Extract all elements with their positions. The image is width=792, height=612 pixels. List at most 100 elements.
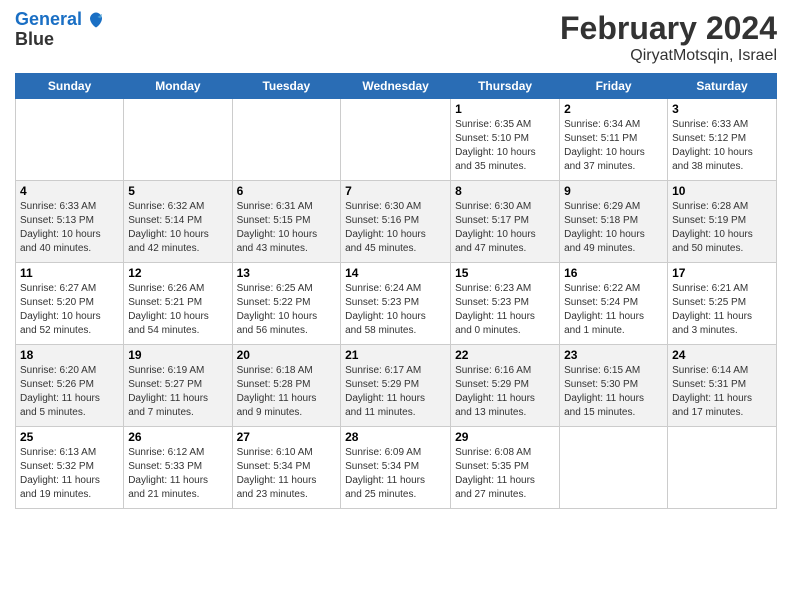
header-tuesday: Tuesday [232,74,341,99]
day-info: Sunrise: 6:32 AM Sunset: 5:14 PM Dayligh… [128,200,227,256]
day-number: 12 [128,266,227,280]
day-number: 13 [237,266,337,280]
title-block: February 2024 QiryatMotsqin, Israel [560,10,777,65]
calendar-cell [16,99,124,181]
page-header: General Blue February 2024 QiryatMotsqin… [15,10,777,65]
day-number: 21 [345,348,446,362]
day-number: 18 [20,348,119,362]
day-info: Sunrise: 6:27 AM Sunset: 5:20 PM Dayligh… [20,282,119,338]
day-info: Sunrise: 6:18 AM Sunset: 5:28 PM Dayligh… [237,364,337,420]
calendar-table: SundayMondayTuesdayWednesdayThursdayFrid… [15,73,777,509]
header-thursday: Thursday [451,74,560,99]
day-info: Sunrise: 6:22 AM Sunset: 5:24 PM Dayligh… [564,282,663,338]
day-info: Sunrise: 6:16 AM Sunset: 5:29 PM Dayligh… [455,364,555,420]
calendar-cell: 13Sunrise: 6:25 AM Sunset: 5:22 PM Dayli… [232,263,341,345]
calendar-cell: 17Sunrise: 6:21 AM Sunset: 5:25 PM Dayli… [668,263,777,345]
day-info: Sunrise: 6:30 AM Sunset: 5:17 PM Dayligh… [455,200,555,256]
day-number: 11 [20,266,119,280]
calendar-cell: 27 Sunrise: 6:10 AM Sunset: 5:34 PM Dayli… [232,427,341,509]
header-wednesday: Wednesday [341,74,451,99]
day-info: Sunrise: 6:33 AM Sunset: 5:13 PM Dayligh… [20,200,119,256]
calendar-cell: 7 Sunrise: 6:30 AM Sunset: 5:16 PM Daylig… [341,181,451,263]
calendar-cell: 21 Sunrise: 6:17 AM Sunset: 5:29 PM Dayli… [341,345,451,427]
day-info: Sunrise: 6:23 AM Sunset: 5:23 PM Dayligh… [455,282,555,338]
calendar-cell: 1Sunrise: 6:35 AM Sunset: 5:10 PM Daylig… [451,99,560,181]
calendar-cell: 22Sunrise: 6:16 AM Sunset: 5:29 PM Dayli… [451,345,560,427]
calendar-cell: 20 Sunrise: 6:18 AM Sunset: 5:28 PM Dayli… [232,345,341,427]
calendar-cell: 23 Sunrise: 6:15 AM Sunset: 5:30 PM Dayli… [560,345,668,427]
calendar-cell [232,99,341,181]
day-info: Sunrise: 6:17 AM Sunset: 5:29 PM Dayligh… [345,364,446,420]
day-info: Sunrise: 6:20 AM Sunset: 5:26 PM Dayligh… [20,364,119,420]
day-info: Sunrise: 6:19 AM Sunset: 5:27 PM Dayligh… [128,364,227,420]
week-row-0: 1Sunrise: 6:35 AM Sunset: 5:10 PM Daylig… [16,99,777,181]
day-number: 5 [128,184,227,198]
calendar-cell: 28 Sunrise: 6:09 AM Sunset: 5:34 PM Dayli… [341,427,451,509]
day-number: 16 [564,266,663,280]
header-monday: Monday [124,74,232,99]
day-info: Sunrise: 6:08 AM Sunset: 5:35 PM Dayligh… [455,446,555,502]
calendar-cell: 24Sunrise: 6:14 AM Sunset: 5:31 PM Dayli… [668,345,777,427]
day-number: 9 [564,184,663,198]
calendar-cell [124,99,232,181]
page-container: General Blue February 2024 QiryatMotsqin… [0,0,792,519]
calendar-cell: 9Sunrise: 6:29 AM Sunset: 5:18 PM Daylig… [560,181,668,263]
calendar-header-row: SundayMondayTuesdayWednesdayThursdayFrid… [16,74,777,99]
day-number: 6 [237,184,337,198]
day-info: Sunrise: 6:09 AM Sunset: 5:34 PM Dayligh… [345,446,446,502]
calendar-cell: 25Sunrise: 6:13 AM Sunset: 5:32 PM Dayli… [16,427,124,509]
day-info: Sunrise: 6:34 AM Sunset: 5:11 PM Dayligh… [564,118,663,174]
day-number: 23 [564,348,663,362]
header-sunday: Sunday [16,74,124,99]
header-saturday: Saturday [668,74,777,99]
day-info: Sunrise: 6:10 AM Sunset: 5:34 PM Dayligh… [237,446,337,502]
calendar-cell: 18 Sunrise: 6:20 AM Sunset: 5:26 PM Dayli… [16,345,124,427]
logo-icon [87,11,105,29]
day-number: 2 [564,102,663,116]
week-row-4: 25Sunrise: 6:13 AM Sunset: 5:32 PM Dayli… [16,427,777,509]
calendar-cell [341,99,451,181]
calendar-cell: 12 Sunrise: 6:26 AM Sunset: 5:21 PM Dayli… [124,263,232,345]
day-number: 4 [20,184,119,198]
day-info: Sunrise: 6:33 AM Sunset: 5:12 PM Dayligh… [672,118,772,174]
day-info: Sunrise: 6:30 AM Sunset: 5:16 PM Dayligh… [345,200,446,256]
calendar-cell [668,427,777,509]
calendar-cell: 6Sunrise: 6:31 AM Sunset: 5:15 PM Daylig… [232,181,341,263]
day-info: Sunrise: 6:15 AM Sunset: 5:30 PM Dayligh… [564,364,663,420]
day-number: 28 [345,430,446,444]
day-number: 19 [128,348,227,362]
calendar-cell: 2 Sunrise: 6:34 AM Sunset: 5:11 PM Daylig… [560,99,668,181]
day-info: Sunrise: 6:24 AM Sunset: 5:23 PM Dayligh… [345,282,446,338]
day-number: 7 [345,184,446,198]
day-info: Sunrise: 6:26 AM Sunset: 5:21 PM Dayligh… [128,282,227,338]
day-info: Sunrise: 6:12 AM Sunset: 5:33 PM Dayligh… [128,446,227,502]
day-number: 3 [672,102,772,116]
week-row-3: 18 Sunrise: 6:20 AM Sunset: 5:26 PM Dayli… [16,345,777,427]
calendar-cell: 11 Sunrise: 6:27 AM Sunset: 5:20 PM Dayli… [16,263,124,345]
day-info: Sunrise: 6:14 AM Sunset: 5:31 PM Dayligh… [672,364,772,420]
day-number: 27 [237,430,337,444]
day-info: Sunrise: 6:21 AM Sunset: 5:25 PM Dayligh… [672,282,772,338]
calendar-cell: 15 Sunrise: 6:23 AM Sunset: 5:23 PM Dayli… [451,263,560,345]
calendar-cell: 26 Sunrise: 6:12 AM Sunset: 5:33 PM Dayli… [124,427,232,509]
sub-title: QiryatMotsqin, Israel [560,47,777,65]
logo: General Blue [15,10,105,50]
calendar-cell: 16 Sunrise: 6:22 AM Sunset: 5:24 PM Dayli… [560,263,668,345]
day-info: Sunrise: 6:28 AM Sunset: 5:19 PM Dayligh… [672,200,772,256]
day-number: 29 [455,430,555,444]
day-number: 20 [237,348,337,362]
day-number: 15 [455,266,555,280]
calendar-cell [560,427,668,509]
calendar-cell: 14 Sunrise: 6:24 AM Sunset: 5:23 PM Dayli… [341,263,451,345]
logo-line2: Blue [15,30,105,50]
calendar-cell: 4 Sunrise: 6:33 AM Sunset: 5:13 PM Daylig… [16,181,124,263]
day-number: 14 [345,266,446,280]
week-row-2: 11 Sunrise: 6:27 AM Sunset: 5:20 PM Dayli… [16,263,777,345]
header-friday: Friday [560,74,668,99]
logo-line1: General [15,10,105,30]
day-number: 10 [672,184,772,198]
calendar-cell: 3 Sunrise: 6:33 AM Sunset: 5:12 PM Daylig… [668,99,777,181]
day-number: 25 [20,430,119,444]
calendar-cell: 5 Sunrise: 6:32 AM Sunset: 5:14 PM Daylig… [124,181,232,263]
day-number: 26 [128,430,227,444]
